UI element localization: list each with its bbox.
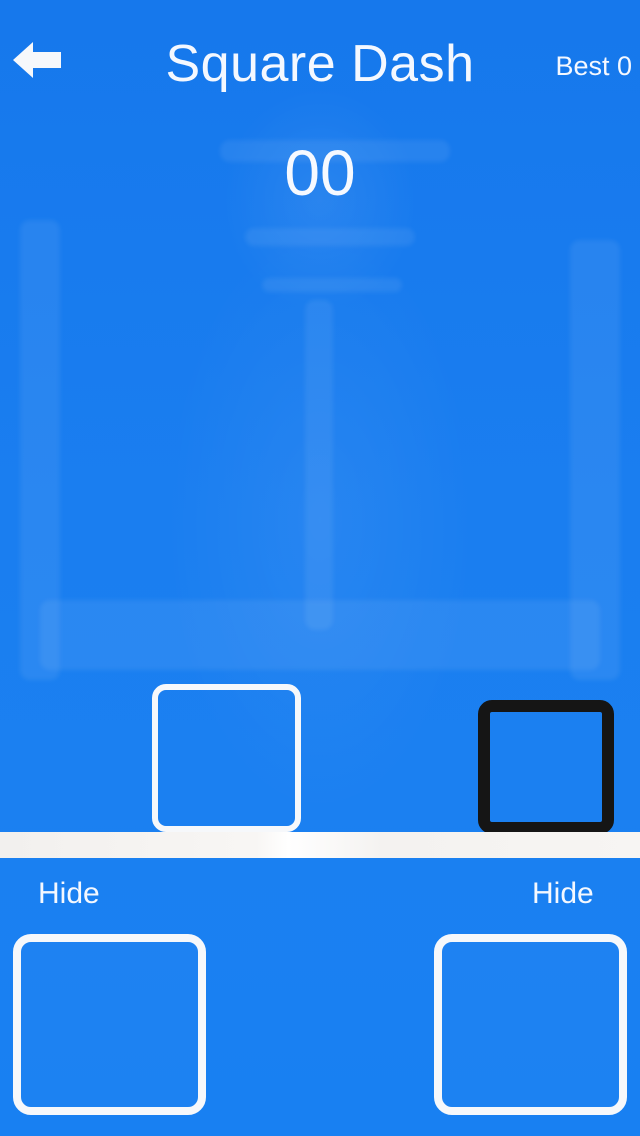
hide-left-label: Hide: [38, 877, 100, 910]
background-streak: [262, 278, 402, 292]
background-streak: [245, 228, 415, 246]
ground-line: [0, 832, 640, 858]
game-title: Square Dash: [165, 35, 475, 93]
player-square: [152, 684, 301, 832]
best-score: Best 0: [555, 51, 632, 81]
current-score: 00: [284, 137, 356, 209]
header: Square Dash Best 0: [0, 0, 640, 130]
background-streak: [40, 600, 600, 670]
hide-right-button[interactable]: [434, 934, 627, 1115]
background-streak: [305, 300, 333, 630]
hide-right-label: Hide: [532, 877, 594, 910]
obstacle-square: [478, 700, 614, 834]
hide-left-button[interactable]: [13, 934, 206, 1115]
